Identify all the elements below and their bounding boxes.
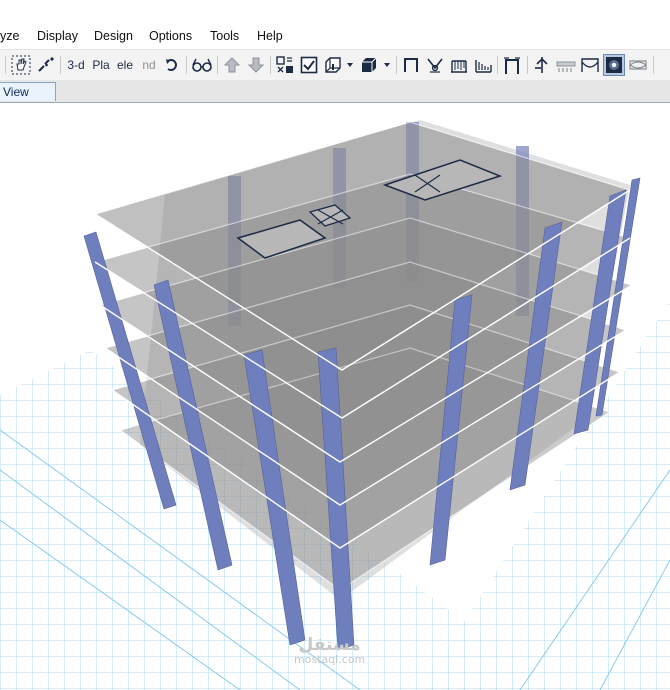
tab-3d-view[interactable]: View <box>0 82 56 101</box>
menu-bar: yze Display Design Options Tools Help <box>0 24 670 48</box>
watermark-latin: mostaql.com <box>294 653 366 666</box>
extrude-box-icon[interactable] <box>358 54 380 76</box>
tab-label: View <box>3 85 29 99</box>
frame-portal-icon[interactable] <box>400 54 422 76</box>
menu-design[interactable]: Design <box>94 29 133 43</box>
menu-help[interactable]: Help <box>257 29 283 43</box>
toolbar-separator <box>497 56 498 74</box>
model-viewport[interactable] <box>0 103 670 690</box>
view-nd-button[interactable]: nd <box>138 54 160 76</box>
toolbar-separator <box>186 56 187 74</box>
model-canvas[interactable] <box>0 103 670 690</box>
assign-section-icon[interactable] <box>322 54 344 76</box>
menu-tools[interactable]: Tools <box>210 29 239 43</box>
view-elevation-button[interactable]: ele <box>114 54 136 76</box>
menu-analyze[interactable]: yze <box>0 29 19 43</box>
dropdown-arrow-icon[interactable] <box>345 54 355 76</box>
toolbar: 3-d Pla ele nd <box>0 49 670 82</box>
shell-stress-icon[interactable] <box>472 54 494 76</box>
pan-hand-icon[interactable] <box>10 54 32 76</box>
toolbar-separator <box>270 56 271 74</box>
menu-options[interactable]: Options <box>149 29 192 43</box>
strip-forces-icon[interactable] <box>627 54 649 76</box>
watermark: مستقل mostaql.com <box>294 636 365 666</box>
toolbar-separator <box>653 56 654 74</box>
menu-display[interactable]: Display <box>37 29 78 43</box>
rotate-view-icon[interactable] <box>162 54 182 76</box>
select-checkbox-icon[interactable] <box>298 54 320 76</box>
moment-diagram-icon[interactable] <box>579 54 601 76</box>
joint-reactions-icon[interactable] <box>531 54 553 76</box>
rubber-band-zoom-icon[interactable] <box>35 54 57 76</box>
tab-strip: View <box>0 80 670 103</box>
set-display-options-icon[interactable] <box>274 54 296 76</box>
perspective-glasses-icon[interactable] <box>190 54 214 76</box>
toolbar-separator <box>527 56 528 74</box>
toolbar-separator <box>5 56 6 74</box>
wind-load-icon[interactable] <box>555 54 577 76</box>
toolbar-separator <box>60 56 61 74</box>
move-down-arrow-icon[interactable] <box>245 54 267 76</box>
deformed-shape-icon[interactable] <box>424 54 446 76</box>
watermark-arabic: مستقل <box>298 635 361 655</box>
dropdown-arrow-icon[interactable] <box>382 54 392 76</box>
frame-loads-icon[interactable] <box>501 54 523 76</box>
view-3d-button[interactable]: 3-d <box>64 54 88 76</box>
toolbar-separator <box>217 56 218 74</box>
toolbar-separator <box>396 56 397 74</box>
move-up-arrow-icon[interactable] <box>221 54 243 76</box>
force-diagram-icon[interactable] <box>448 54 470 76</box>
animate-shape-icon[interactable] <box>603 54 625 76</box>
view-plan-button[interactable]: Pla <box>90 54 112 76</box>
